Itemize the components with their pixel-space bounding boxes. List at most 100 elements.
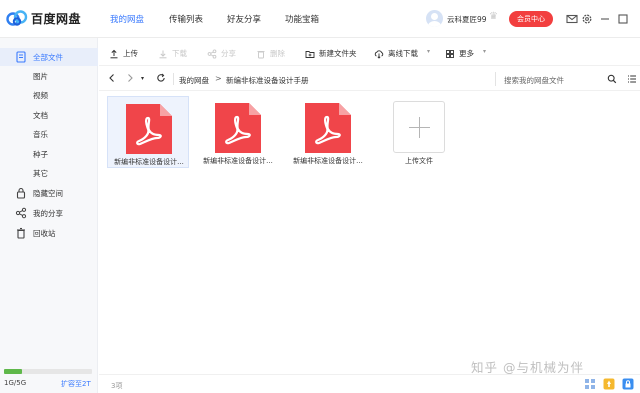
sidebar-item-label: 回收站	[33, 229, 56, 238]
crown-icon: ♛	[489, 11, 498, 22]
breadcrumb-separator-icon: >	[215, 74, 222, 83]
status-bar: 3项	[99, 374, 640, 393]
sidebar-item-torrents[interactable]: 种子	[0, 145, 98, 163]
refresh-icon[interactable]	[156, 73, 166, 83]
delete-button[interactable]: 删除	[256, 48, 285, 59]
sidebar-item-label: 其它	[33, 169, 48, 178]
tab-friend-share[interactable]: 好友分享	[227, 13, 261, 25]
upload-file-tile[interactable]	[393, 101, 445, 153]
new-folder-icon	[305, 50, 315, 58]
file-name: 新编非标准设备设计...	[114, 158, 184, 166]
offline-download-label: 离线下载	[388, 49, 418, 58]
search-input[interactable]: 搜索我的网盘文件	[504, 75, 564, 86]
address-bar: ▾ 我的网盘 > 新编非标准设备设计手册 搜索我的网盘文件	[99, 67, 640, 91]
sidebar-item-label: 全部文件	[33, 53, 63, 62]
forward-icon[interactable]	[125, 73, 135, 83]
share-label: 分享	[221, 49, 236, 58]
sidebar-item-label: 我的分享	[33, 209, 63, 218]
more-dropdown-icon[interactable]: ▾	[483, 48, 486, 55]
trash-icon	[257, 50, 265, 58]
more-button[interactable]: 更多	[445, 48, 474, 59]
tab-transfer-list[interactable]: 传输列表	[169, 13, 203, 25]
item-count: 3项	[111, 382, 123, 390]
top-bar: 百度网盘 我的网盘 传输列表 好友分享 功能宝箱 云科夏匠99 ♛ 会员中心	[0, 0, 640, 38]
rocket-icon[interactable]	[603, 378, 615, 390]
quota-progress-bar	[4, 369, 92, 374]
search-icon[interactable]	[607, 74, 617, 84]
sidebar-item-label: 文档	[33, 111, 48, 120]
pdf-file-icon	[126, 104, 172, 154]
toolbar: 上传 下载 分享 删除 新建文件夹 离线下载 ▾ 更多 ▾	[99, 38, 640, 66]
download-label: 下载	[172, 49, 187, 58]
more-icon	[446, 49, 454, 58]
more-label: 更多	[459, 49, 474, 58]
sidebar-item-hidden-space[interactable]: 隐藏空间	[0, 184, 98, 202]
file-item-2[interactable]: 新编非标准设备设计...	[197, 96, 279, 168]
back-icon[interactable]	[107, 73, 117, 83]
sidebar-item-label: 音乐	[33, 130, 48, 139]
expand-storage-link[interactable]: 扩容至2T	[61, 379, 91, 389]
sidebar-item-other[interactable]: 其它	[0, 164, 98, 182]
sidebar-item-documents[interactable]: 文档	[0, 106, 98, 124]
history-dropdown-icon[interactable]: ▾	[141, 75, 144, 82]
lock-icon	[16, 187, 26, 199]
pdf-file-icon	[305, 103, 351, 153]
file-item-3[interactable]: 新编非标准设备设计...	[287, 96, 369, 168]
sidebar-item-label: 图片	[33, 72, 48, 81]
pdf-file-icon	[215, 103, 261, 153]
maximize-icon[interactable]	[616, 12, 630, 26]
app-name: 百度网盘	[31, 11, 82, 26]
delete-label: 删除	[270, 49, 285, 58]
upload-file-label[interactable]: 上传文件	[393, 156, 445, 166]
breadcrumb-current: 新编非标准设备设计手册	[226, 76, 309, 85]
cloud-logo-icon	[6, 10, 28, 26]
tab-my-disk[interactable]: 我的网盘	[110, 13, 144, 25]
gear-icon[interactable]	[580, 12, 594, 26]
new-folder-label: 新建文件夹	[319, 49, 357, 58]
lock-shield-icon[interactable]	[622, 378, 634, 390]
sidebar-item-music[interactable]: 音乐	[0, 125, 98, 143]
file-list-icon	[16, 51, 26, 63]
plus-icon-vertical	[419, 117, 420, 138]
sidebar-item-images[interactable]: 图片	[0, 67, 98, 85]
offline-download-button[interactable]: 离线下载	[374, 48, 418, 59]
username[interactable]: 云科夏匠99	[447, 14, 487, 25]
minimize-icon[interactable]	[598, 12, 612, 26]
mail-icon[interactable]	[565, 12, 579, 26]
sidebar-item-recycle-bin[interactable]: 回收站	[0, 224, 98, 242]
sidebar-item-label: 视频	[33, 91, 48, 100]
sidebar: 全部文件 图片 视频 文档 音乐 种子 其它 隐藏空间 我的分享 回收站 1G/…	[0, 38, 98, 393]
download-icon	[159, 50, 167, 58]
list-view-icon[interactable]	[627, 74, 637, 84]
share-icon	[207, 48, 217, 59]
search-divider	[495, 72, 496, 86]
file-item-1[interactable]: 新编非标准设备设计...	[107, 96, 189, 168]
sidebar-item-label: 种子	[33, 150, 48, 159]
address-divider	[173, 73, 174, 85]
tab-toolbox[interactable]: 功能宝箱	[285, 13, 319, 25]
sidebar-item-all-files[interactable]: 全部文件	[0, 48, 98, 66]
upload-icon	[110, 49, 118, 58]
vip-center-button[interactable]: 会员中心	[509, 11, 553, 27]
watermark: 知乎 @与机械为伴	[471, 360, 584, 375]
new-folder-button[interactable]: 新建文件夹	[305, 48, 357, 59]
grid-view-icon[interactable]	[584, 378, 596, 390]
sidebar-item-videos[interactable]: 视频	[0, 86, 98, 104]
upload-button[interactable]: 上传	[109, 48, 138, 59]
avatar[interactable]	[426, 10, 443, 27]
sidebar-item-label: 隐藏空间	[33, 189, 63, 198]
share-icon	[15, 207, 27, 219]
cloud-download-icon	[374, 49, 384, 59]
trash-icon	[17, 227, 25, 239]
share-button[interactable]: 分享	[207, 48, 236, 59]
upload-label: 上传	[123, 49, 138, 58]
quota-progress-fill	[4, 369, 22, 374]
file-name: 新编非标准设备设计...	[293, 157, 363, 165]
download-button[interactable]: 下载	[158, 48, 187, 59]
quota-text: 1G/5G	[4, 379, 27, 387]
app-logo[interactable]: 百度网盘	[6, 7, 81, 29]
breadcrumb-root[interactable]: 我的网盘	[179, 75, 209, 86]
offline-download-dropdown-icon[interactable]: ▾	[427, 48, 430, 55]
sidebar-item-my-shares[interactable]: 我的分享	[0, 204, 98, 222]
file-name: 新编非标准设备设计...	[203, 157, 273, 165]
